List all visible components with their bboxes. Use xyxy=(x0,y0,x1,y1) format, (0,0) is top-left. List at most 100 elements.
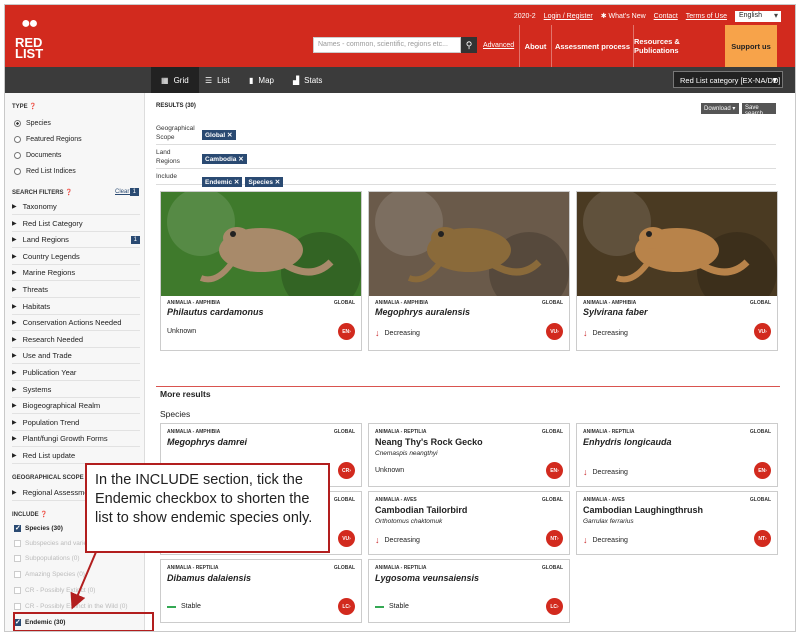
filter-research-needed[interactable]: ▶ Research Needed xyxy=(12,332,140,348)
nav-about[interactable]: About xyxy=(519,25,551,67)
type-radio-documents[interactable]: Documents xyxy=(14,152,61,159)
search-button[interactable]: ⚲ xyxy=(461,37,477,53)
include-checkbox-subpopulations[interactable]: Subpopulations (0) xyxy=(14,555,80,562)
caret-right-icon: ▶ xyxy=(12,204,17,210)
filter-marine-regions[interactable]: ▶ Marine Regions xyxy=(12,265,140,282)
results-count: RESULTS (30) xyxy=(156,103,196,109)
filter-use-and-trade[interactable]: ▶ Use and Trade xyxy=(12,348,140,365)
species-card[interactable]: ANIMALIA - AVES GLOBAL Cambodian Tailorbir… xyxy=(368,491,570,555)
scientific-name: Garrulax ferrarius xyxy=(583,518,634,525)
filter-threats[interactable]: ▶ Threats xyxy=(12,282,140,298)
chip-global[interactable]: Global ✕ xyxy=(202,130,236,140)
species-name: Cambodian Laughingthrush xyxy=(583,505,703,515)
include-checkbox-cr-possibly-extinct-in-the-wild[interactable]: CR - Possibly Extinct in the Wild (0) xyxy=(14,603,128,610)
scope-label: GLOBAL xyxy=(541,429,563,435)
species-card[interactable]: ANIMALIA - AMPHIBIA GLOBAL Sylvirana faber… xyxy=(576,191,778,351)
chip-endemic[interactable]: Endemic ✕ xyxy=(202,177,243,187)
chip-list: Endemic ✕ Species ✕ xyxy=(202,171,286,189)
species-card[interactable]: ANIMALIA - REPTILIA GLOBAL Dibamus dalaien… xyxy=(160,559,362,623)
caret-right-icon: ▶ xyxy=(12,370,17,376)
species-card[interactable]: ANIMALIA - REPTILIA GLOBAL Lygosoma veunsa… xyxy=(368,559,570,623)
species-card[interactable]: ANIMALIA - AMPHIBIA GLOBAL Philautus carda… xyxy=(160,191,362,351)
view-bar: ▦ Grid ☰ List ▮ Map ▟ Stats Red List categor… xyxy=(5,67,795,93)
include-checkbox-cr-possibly-extinct[interactable]: CR - Possibly Extinct (0) xyxy=(14,587,95,594)
caret-right-icon: ▶ xyxy=(12,436,17,443)
grid-icon: ▦ xyxy=(161,75,169,85)
filter-taxonomy[interactable]: ▶ Taxonomy xyxy=(12,199,140,215)
population-trend: ↓ Decreasing xyxy=(375,535,420,545)
chip-species[interactable]: Species ✕ xyxy=(245,177,284,187)
species-name: Dibamus dalaiensis xyxy=(167,573,252,583)
nav-support-us[interactable]: Support us xyxy=(725,25,777,67)
more-results-heading: More results xyxy=(160,389,211,399)
filter-systems[interactable]: ▶ Systems xyxy=(12,382,140,398)
nav-assessment-process[interactable]: Assessment process xyxy=(551,25,633,67)
filter-biogeographical-realm[interactable]: ▶ Biogeographical Realm xyxy=(12,398,140,415)
list-icon: ☰ xyxy=(205,75,213,85)
species-card[interactable]: ANIMALIA - AMPHIBIA GLOBAL Megophrys aural… xyxy=(368,191,570,351)
tab-list[interactable]: ☰ List xyxy=(195,67,240,93)
species-name: Sylvirana faber xyxy=(583,307,648,317)
species-name: Philautus cardamonus xyxy=(167,307,264,317)
filter-land-regions[interactable]: ▶ Land Regions 1 xyxy=(12,232,140,249)
scope-label: GLOBAL xyxy=(749,497,771,503)
category-badge: VU › xyxy=(338,530,355,547)
type-radio-red-list-indices[interactable]: Red List Indices xyxy=(14,168,76,175)
filter-country-legends[interactable]: ▶ Country Legends xyxy=(12,249,140,265)
include-checkbox-amazing-species[interactable]: Amazing Species (0) xyxy=(14,571,85,578)
filter-red-list-category[interactable]: ▶ Red List Category xyxy=(12,216,140,232)
filter-conservation-actions-needed[interactable]: ▶ Conservation Actions Needed xyxy=(12,315,140,332)
caret-right-icon: ▶ xyxy=(12,336,17,343)
species-card[interactable]: ANIMALIA - AVES GLOBAL Cambodian Laughingt… xyxy=(576,491,778,555)
filter-plant-fungi-growth-forms[interactable]: ▶ Plant/fungi Growth Forms xyxy=(12,431,140,448)
caret-right-icon: ▶ xyxy=(12,419,17,426)
save-search-button[interactable]: Save search xyxy=(742,103,776,117)
checkbox-icon xyxy=(14,571,21,578)
help-icon: ❓ xyxy=(29,104,37,110)
taxon-label: ANIMALIA - AMPHIBIA xyxy=(583,300,637,306)
logo-text: RED LIST xyxy=(15,35,44,61)
instruction-callout: In the INCLUDE section, tick the Endemic… xyxy=(85,463,330,553)
tab-stats[interactable]: ▟ Stats xyxy=(283,67,332,93)
filter-red-list-update[interactable]: ▶ Red List update xyxy=(12,448,140,464)
caret-right-icon: ▶ xyxy=(12,253,17,260)
filter-label: Include xyxy=(156,173,177,180)
tab-grid[interactable]: ▦ Grid xyxy=(151,67,199,93)
endemic-highlight-box xyxy=(13,612,154,631)
whats-new-link[interactable]: ✱ What's New xyxy=(601,12,646,20)
contact-link[interactable]: Contact xyxy=(654,13,678,20)
filter-publication-year[interactable]: ▶ Publication Year xyxy=(12,365,140,381)
download-button[interactable]: Download ▾ xyxy=(701,103,739,114)
filter-label: Geographical Scope xyxy=(156,125,195,141)
version-label: 2020-2 xyxy=(513,12,536,20)
species-card[interactable]: ANIMALIA - REPTILIA GLOBAL Neang Thy's Roc… xyxy=(368,423,570,487)
terms-link[interactable]: Terms of Use xyxy=(686,13,727,20)
logo-mark-icon: ●● xyxy=(21,15,38,32)
category-badge: CR › xyxy=(338,462,355,479)
species-card[interactable]: ANIMALIA - REPTILIA GLOBAL Enhydris longic… xyxy=(576,423,778,487)
scope-label: GLOBAL xyxy=(749,300,771,306)
type-radio-featured-regions[interactable]: Featured Regions xyxy=(14,136,82,143)
category-badge: EN › xyxy=(546,462,563,479)
nav-resources-publications[interactable]: Resources & Publications xyxy=(633,25,725,67)
tab-map[interactable]: ▮ Map xyxy=(239,67,284,93)
red-list-category-select[interactable]: Red List category [EX-NA/DD] xyxy=(673,71,783,88)
category-badge: EN › xyxy=(338,323,355,340)
language-select[interactable]: English xyxy=(735,10,781,22)
chip-cambodia[interactable]: Cambodia ✕ xyxy=(202,154,247,164)
taxon-label: ANIMALIA - AMPHIBIA xyxy=(375,300,429,306)
species-name: Lygosoma veunsaiensis xyxy=(375,573,480,583)
advanced-search-link[interactable]: Advanced xyxy=(483,42,514,49)
type-radio-species[interactable]: Species xyxy=(14,120,51,127)
include-checkbox-species[interactable]: Species (30) xyxy=(14,524,63,532)
land-regions-count-badge: 1 xyxy=(130,235,140,244)
search-input[interactable]: Names - common, scientific, regions etc.… xyxy=(313,37,461,53)
iucn-red-list-logo[interactable]: ●● RED LIST xyxy=(15,15,55,61)
filter-habitats[interactable]: ▶ Habitats xyxy=(12,299,140,315)
filter-population-trend[interactable]: ▶ Population Trend xyxy=(12,415,140,431)
stable-trend-icon xyxy=(375,605,384,608)
login-register-link[interactable]: Login / Register xyxy=(544,13,593,20)
category-badge: EN › xyxy=(754,462,771,479)
taxon-label: ANIMALIA - AVES xyxy=(375,497,417,503)
search-filters-heading: SEARCH FILTERS ❓ xyxy=(12,190,73,196)
